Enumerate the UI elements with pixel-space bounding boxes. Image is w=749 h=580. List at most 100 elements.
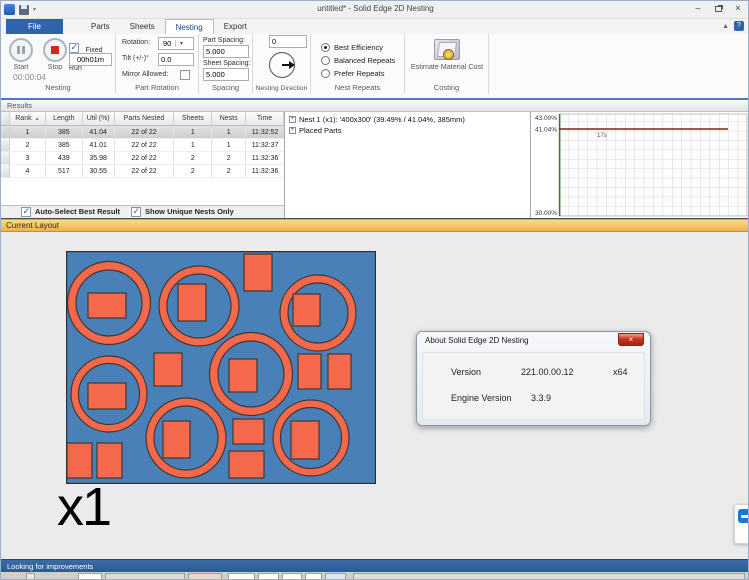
rotation-label: Rotation:	[122, 39, 150, 46]
expand-icon[interactable]: +	[289, 127, 296, 134]
tab-nesting[interactable]: Nesting	[165, 19, 214, 34]
col-rank[interactable]: Rank▲	[10, 112, 46, 126]
group-costing: Estimate Material Cost Costing	[405, 34, 489, 94]
table-row[interactable]: 4 517 30.55 22 of 22 2 2 11:32:36	[1, 165, 284, 178]
sort-asc-icon: ▲	[35, 116, 40, 122]
collapse-ribbon-icon[interactable]: ▲	[722, 23, 729, 30]
row-selector[interactable]	[1, 152, 10, 165]
tilt-field[interactable]	[158, 53, 194, 66]
taskbar-item[interactable]	[282, 573, 302, 580]
direction-dial-icon[interactable]	[267, 50, 297, 80]
results-panel-header: Results	[1, 100, 749, 112]
tilt-label: Tilt (+/-)°	[122, 55, 149, 62]
table-row[interactable]: 3 439 35.98 22 of 22 2 2 11:32:36	[1, 152, 284, 165]
group-nesting-direction: Nesting Direction	[253, 34, 311, 94]
tab-sheets[interactable]: Sheets	[120, 19, 165, 34]
taskbar-item[interactable]	[353, 573, 745, 580]
row-selector[interactable]	[1, 165, 10, 178]
group-label-costing: Costing	[405, 83, 488, 92]
taskbar-item[interactable]	[325, 573, 346, 580]
nested-sheet[interactable]	[66, 251, 376, 484]
show-unique-label: Show Unique Nests Only	[145, 207, 234, 216]
material-cost-icon	[434, 39, 460, 60]
results-panel: Results Rank▲ Length Util (%) Parts Nest…	[1, 100, 749, 219]
status-bar: Looking for improvements	[1, 559, 749, 572]
utilization-chart-svg: 43.00% 41.04% 30.00% 17s	[531, 112, 749, 218]
group-label-nesting-direction: Nesting Direction	[253, 85, 310, 92]
direction-angle-field[interactable]	[269, 35, 307, 48]
taskbar-item[interactable]	[258, 573, 279, 580]
group-label-nesting: Nesting	[1, 83, 115, 92]
col-nests[interactable]: Nests	[212, 112, 246, 126]
part-spacing-field[interactable]	[203, 45, 249, 58]
tab-export[interactable]: Export	[214, 19, 257, 34]
results-table: Rank▲ Length Util (%) Parts Nested Sheet…	[1, 112, 285, 205]
sheet-quantity-label: x1	[57, 476, 110, 538]
minimize-button[interactable]: –	[688, 1, 708, 17]
table-row[interactable]: 2 385 41.01 22 of 22 1 1 11:32:37	[1, 139, 284, 152]
col-parts-nested[interactable]: Parts Nested	[115, 112, 175, 126]
tree-item-placed-parts[interactable]: + Placed Parts	[289, 125, 530, 135]
layout-canvas[interactable]: x1 About Solid Edge 2D Nesting × Version…	[1, 232, 749, 559]
sheet-spacing-field[interactable]	[203, 68, 249, 81]
dialog-close-button[interactable]: ×	[618, 333, 644, 346]
time-annotation: 17s	[597, 132, 607, 139]
estimate-material-cost-button[interactable]: Estimate Material Cost	[405, 39, 489, 71]
tab-parts[interactable]: Parts	[81, 19, 120, 34]
taskbar-sliver	[1, 572, 749, 580]
utilization-chart: 43.00% 41.04% 30.00% 17s	[531, 112, 749, 218]
row-selector[interactable]	[1, 139, 10, 152]
engine-version-label: Engine Version	[451, 393, 512, 403]
tick-current: 41.04%	[535, 127, 557, 134]
tab-file[interactable]: File	[6, 19, 63, 34]
taskbar-item[interactable]	[228, 573, 255, 580]
col-util[interactable]: Util (%)	[83, 112, 115, 126]
version-label: Version	[451, 367, 481, 377]
version-value: 221.00.00.12	[521, 367, 574, 377]
row-selector-header	[1, 112, 10, 126]
table-header-row: Rank▲ Length Util (%) Parts Nested Sheet…	[1, 112, 284, 126]
row-selector[interactable]	[1, 126, 10, 139]
col-sheets[interactable]: Sheets	[174, 112, 212, 126]
tree-item-nest[interactable]: + Nest 1 (x1): '400x300' (39.49% / 41.04…	[289, 114, 530, 124]
show-unique-checkbox[interactable]	[131, 207, 141, 217]
mirror-label: Mirror Allowed:	[122, 71, 168, 78]
about-dialog-body: Version 221.00.00.12 x64 Engine Version …	[422, 352, 645, 420]
rotation-dropdown[interactable]: 90 ▾	[158, 37, 194, 50]
taskbar-item[interactable]	[305, 573, 322, 580]
taskbar-item[interactable]	[78, 573, 102, 580]
auto-select-checkbox[interactable]	[21, 207, 31, 217]
expand-icon[interactable]: +	[289, 116, 296, 123]
group-label-spacing: Spacing	[199, 83, 252, 92]
stop-button[interactable]: Stop	[43, 38, 67, 71]
ribbon: Start Stop Fixed Run 00:00:04 Nesting Ro…	[1, 34, 749, 100]
restore-button[interactable]	[708, 1, 728, 17]
window-title: untitled* - Solid Edge 2D Nesting	[1, 4, 749, 13]
tick-bottom: 30.00%	[535, 210, 557, 217]
fixed-run-check-icon	[69, 43, 79, 53]
run-duration-field[interactable]	[69, 53, 112, 66]
table-row[interactable]: 1 385 41.04 22 of 22 1 1 11:32:52	[1, 126, 284, 139]
close-button[interactable]: ×	[728, 1, 748, 17]
taskbar-item[interactable]	[188, 573, 222, 580]
radio-prefer-repeats[interactable]: Prefer Repeats	[321, 65, 384, 83]
radio-icon	[321, 56, 330, 65]
title-bar: ▾ untitled* - Solid Edge 2D Nesting – ×	[1, 1, 749, 19]
ribbon-tab-row: File Parts Sheets Nesting Export	[1, 19, 749, 34]
start-button[interactable]: Start	[9, 38, 33, 71]
engine-version-value: 3.3.9	[531, 393, 551, 403]
group-nest-repeats: Best Efficiency Balanced Repeats Prefer …	[311, 34, 405, 94]
taskbar-item[interactable]	[105, 573, 185, 580]
mirror-checkbox[interactable]	[180, 70, 190, 80]
remote-session-icon[interactable]	[734, 504, 749, 544]
help-icon[interactable]: ?	[734, 21, 744, 31]
radio-icon	[321, 43, 330, 52]
results-options-bar: Auto-Select Best Result Show Unique Nest…	[1, 205, 285, 218]
taskbar-item[interactable]	[26, 573, 35, 580]
col-time[interactable]: Time	[246, 112, 284, 126]
col-length[interactable]: Length	[46, 112, 83, 126]
sheet-spacing-label: Sheet Spacing:	[203, 60, 250, 67]
group-label-part-rotation: Part Rotation	[116, 83, 198, 92]
group-spacing: Part Spacing: Sheet Spacing: Spacing	[199, 34, 253, 94]
status-text: Looking for improvements	[7, 562, 93, 571]
